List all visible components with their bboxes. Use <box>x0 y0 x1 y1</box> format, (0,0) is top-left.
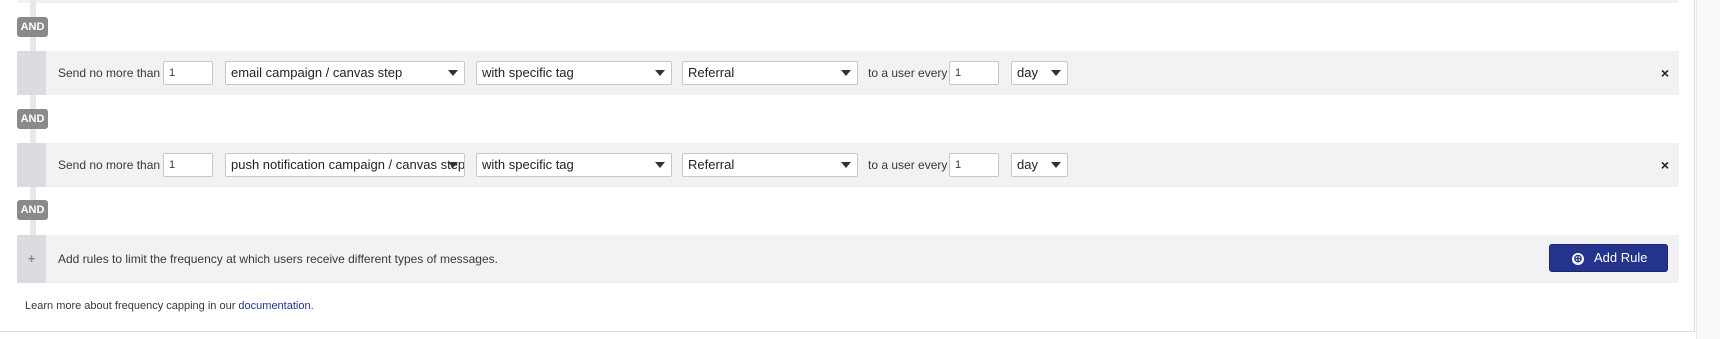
interval-label: to a user every <box>868 158 948 172</box>
add-rule-row: + Add rules to limit the frequency at wh… <box>17 235 1679 283</box>
chevron-down-icon <box>448 162 458 168</box>
chevron-down-icon <box>841 162 851 168</box>
tag-select[interactable]: Referral <box>682 61 858 85</box>
chevron-down-icon <box>841 70 851 76</box>
rule-row-email: Send no more than 1 email campaign / can… <box>17 51 1679 95</box>
remove-rule-close-icon[interactable]: × <box>1657 143 1673 187</box>
scrollbar-gutter[interactable] <box>1696 0 1720 339</box>
interval-input[interactable]: 1 <box>949 61 999 85</box>
max-count-input[interactable]: 1 <box>163 61 213 85</box>
message-type-select[interactable]: email campaign / canvas step <box>225 61 465 85</box>
and-badge: AND <box>17 200 48 220</box>
filter-value: with specific tag <box>482 157 574 172</box>
previous-rule-edge <box>17 0 1679 3</box>
chevron-down-icon <box>1051 70 1061 76</box>
add-rule-button-label: Add Rule <box>1594 250 1648 265</box>
rules-panel: AND Send no more than 1 email campaign /… <box>0 0 1695 332</box>
tag-select[interactable]: Referral <box>682 153 858 177</box>
documentation-note: Learn more about frequency capping in ou… <box>25 300 314 312</box>
add-rule-description: Add rules to limit the frequency at whic… <box>58 252 498 266</box>
and-badge: AND <box>17 17 48 37</box>
rule-prefix-label: Send no more than <box>58 66 161 80</box>
unit-select[interactable]: day <box>1011 153 1068 177</box>
chevron-down-icon <box>1051 162 1061 168</box>
max-count-input[interactable]: 1 <box>163 153 213 177</box>
chevron-down-icon <box>448 70 458 76</box>
interval-label: to a user every <box>868 66 948 80</box>
interval-input[interactable]: 1 <box>949 153 999 177</box>
note-text: Learn more about frequency capping in ou… <box>25 300 239 312</box>
chevron-down-icon <box>655 70 665 76</box>
and-badge: AND <box>17 109 48 129</box>
rule-drag-handle[interactable] <box>17 143 46 187</box>
plus-icon: + <box>27 251 36 266</box>
documentation-link[interactable]: documentation <box>238 300 310 312</box>
unit-select[interactable]: day <box>1011 61 1068 85</box>
filter-select[interactable]: with specific tag <box>476 61 672 85</box>
chevron-down-icon <box>655 162 665 168</box>
unit-value: day <box>1017 65 1038 80</box>
unit-value: day <box>1017 157 1038 172</box>
rule-drag-handle[interactable] <box>17 51 46 95</box>
tag-value: Referral <box>688 65 735 80</box>
message-type-select[interactable]: push notification campaign / canvas step <box>225 153 465 177</box>
filter-select[interactable]: with specific tag <box>476 153 672 177</box>
message-type-value: push notification campaign / canvas step <box>231 157 465 172</box>
remove-rule-close-icon[interactable]: × <box>1657 51 1673 95</box>
add-rule-button[interactable]: ⊕ Add Rule <box>1549 244 1668 272</box>
rule-row-push: Send no more than 1 push notification ca… <box>17 143 1679 187</box>
frequency-capping-editor: AND Send no more than 1 email campaign /… <box>0 0 1720 339</box>
note-end: . <box>310 300 314 312</box>
plus-circle-icon: ⊕ <box>1572 253 1584 265</box>
filter-value: with specific tag <box>482 65 574 80</box>
message-type-value: email campaign / canvas step <box>231 65 403 80</box>
tag-value: Referral <box>688 157 735 172</box>
rule-prefix-label: Send no more than <box>58 158 161 172</box>
